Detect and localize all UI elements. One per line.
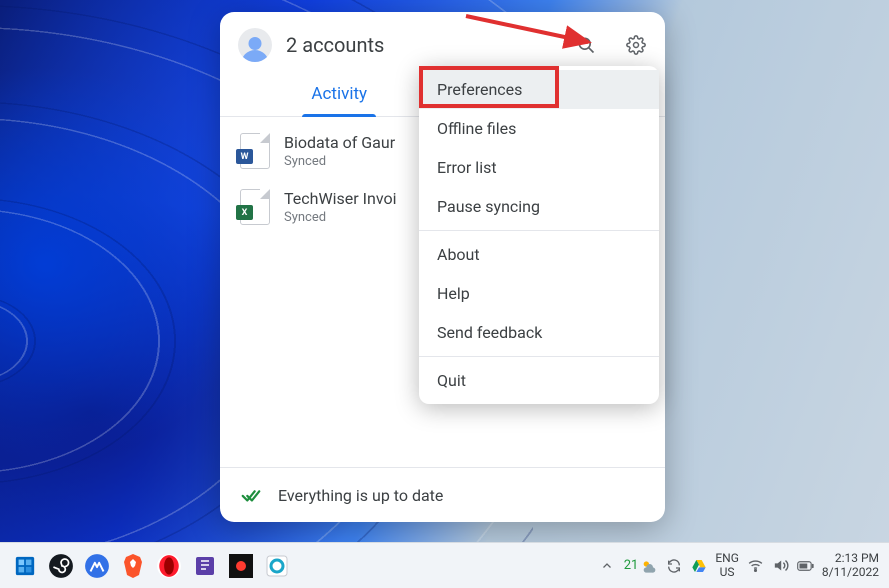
word-file-icon: W <box>240 133 270 169</box>
menu-help[interactable]: Help <box>419 274 659 313</box>
tab-activity[interactable]: Activity <box>236 74 443 116</box>
brave-icon[interactable] <box>118 551 148 581</box>
gear-icon[interactable] <box>625 34 647 56</box>
menu-preferences[interactable]: Preferences <box>419 70 659 109</box>
avatar[interactable] <box>238 28 272 62</box>
pdf-icon[interactable] <box>190 551 220 581</box>
start-icon[interactable] <box>10 551 40 581</box>
accounts-label[interactable]: 2 accounts <box>286 33 561 57</box>
weather-widget[interactable]: 21 <box>624 558 658 574</box>
nordvpn-icon[interactable] <box>82 551 112 581</box>
menu-send-feedback[interactable]: Send feedback <box>419 313 659 352</box>
excel-file-icon: X <box>240 189 270 225</box>
battery-icon[interactable] <box>797 557 814 574</box>
search-icon[interactable] <box>575 34 597 56</box>
check-icon <box>240 484 262 506</box>
drive-footer: Everything is up to date <box>220 467 665 522</box>
wifi-icon[interactable] <box>747 557 764 574</box>
menu-error-list[interactable]: Error list <box>419 148 659 187</box>
file-status: Synced <box>284 154 395 169</box>
menu-sep <box>419 230 659 231</box>
app-icon-ring[interactable] <box>262 551 292 581</box>
volume-icon[interactable] <box>772 557 789 574</box>
chevron-up-icon[interactable] <box>599 557 616 574</box>
taskbar: 21 ENG US 2:13 PM 8/11/2022 <box>0 542 889 588</box>
footer-text: Everything is up to date <box>278 486 443 505</box>
menu-pause-syncing[interactable]: Pause syncing <box>419 187 659 226</box>
file-name: Biodata of Gaur <box>284 133 395 152</box>
drive-tray-icon[interactable] <box>690 557 707 574</box>
menu-about[interactable]: About <box>419 235 659 274</box>
clock[interactable]: 2:13 PM 8/11/2022 <box>822 552 879 580</box>
file-status: Synced <box>284 210 397 225</box>
settings-menu: Preferences Offline files Error list Pau… <box>419 66 659 404</box>
opera-icon[interactable] <box>154 551 184 581</box>
drive-header: 2 accounts <box>220 12 665 68</box>
language-indicator[interactable]: ENG US <box>715 552 739 578</box>
file-name: TechWiser Invoi <box>284 189 397 208</box>
menu-offline-files[interactable]: Offline files <box>419 109 659 148</box>
menu-sep <box>419 356 659 357</box>
sync-icon[interactable] <box>665 557 682 574</box>
menu-quit[interactable]: Quit <box>419 361 659 400</box>
steam-icon[interactable] <box>46 551 76 581</box>
app-icon-dark[interactable] <box>226 551 256 581</box>
